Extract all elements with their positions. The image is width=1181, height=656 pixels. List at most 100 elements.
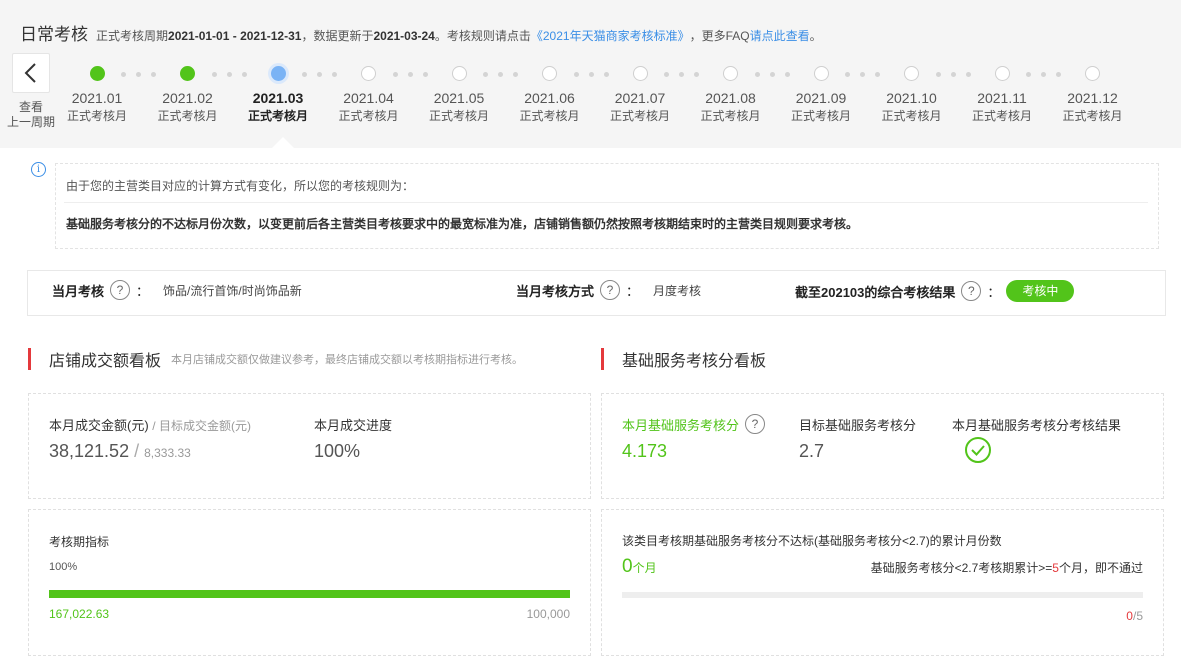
timeline-connector-dot <box>302 72 307 77</box>
service-board-header: 基础服务考核分看板 <box>601 347 766 371</box>
timeline-connector-dot <box>935 72 941 77</box>
timeline-status-dot <box>632 66 648 81</box>
fail-progress-bar <box>622 592 1143 598</box>
timeline-connector-dot <box>845 72 850 77</box>
period-current: 167,022.63 <box>49 607 110 621</box>
timeline-month[interactable]: 2021.08 正式考核月 <box>686 60 776 125</box>
faq-suffix: 。 <box>809 29 822 43</box>
previous-period-label[interactable]: 查看 上一周期 <box>4 100 58 130</box>
fail-ratio: 0/5 <box>1126 609 1143 623</box>
timeline-month[interactable]: 2021.02 正式考核月 <box>143 60 233 125</box>
timeline-date: 2021.11 <box>977 90 1027 106</box>
timeline-status-dot <box>270 66 286 81</box>
timeline-month[interactable]: 2021.09 正式考核月 <box>776 60 866 125</box>
timeline-sub: 正式考核月 <box>1062 109 1123 123</box>
timeline-status-dot <box>180 66 195 81</box>
month-assess: 当月考核 ? ： 饰品/流行首饰/时尚饰品新 <box>52 280 302 300</box>
month-assess-label: 当月考核 <box>52 283 105 299</box>
summary-bar: 当月考核 ? ： 饰品/流行首饰/时尚饰品新 当月考核方式 ? ： 月度考核 截… <box>27 270 1166 316</box>
update-prefix: ，数据更新于 <box>301 29 374 43</box>
timeline-month[interactable]: 2021.06 正式考核月 <box>505 60 595 125</box>
timeline-date: 2021.10 <box>886 90 937 106</box>
notice-divider <box>64 202 1148 203</box>
timeline-status-dot <box>723 66 738 81</box>
period-label: 考核期指标 <box>49 535 110 549</box>
timeline-connector-dot <box>136 72 141 77</box>
help-icon[interactable]: ? <box>110 280 131 300</box>
timeline-connector-dot <box>754 72 760 77</box>
previous-period-button[interactable] <box>12 53 50 93</box>
timeline-sub: 正式考核月 <box>157 109 218 123</box>
current-month-caret <box>272 137 294 148</box>
sales-board-note: 本月店铺成交额仅做建议参考，最终店铺成交额以考核期指标进行考核。 <box>171 354 524 366</box>
timeline-status-dot <box>361 66 376 81</box>
timeline-sub: 正式考核月 <box>66 109 127 123</box>
method-value: 月度考核 <box>653 283 702 298</box>
timeline-month[interactable]: 2021.10 正式考核月 <box>867 60 957 125</box>
timeline-connector-dot <box>407 72 413 77</box>
timeline-status-dot <box>904 66 919 81</box>
section-accent-bar <box>28 348 31 370</box>
result-label: 截至202103的综合考核结果 <box>795 284 956 300</box>
timeline-connector-dot <box>392 72 398 77</box>
check-circle-icon <box>965 437 991 463</box>
update-date: 2021-03-24 <box>373 29 435 43</box>
month-assess-value: 饰品/流行首饰/时尚饰品新 <box>163 283 302 298</box>
colon: ： <box>987 284 1001 300</box>
overall-result: 截至202103的综合考核结果 ? ： 考核中 <box>795 280 1075 302</box>
help-icon[interactable]: ? <box>745 414 766 434</box>
timeline-month[interactable]: 2021.03 正式考核月 <box>233 60 323 125</box>
timeline: 2021.01 正式考核月 2021.02 正式考核月 2021.03 正式考核月 2021… <box>52 60 1152 146</box>
progress-label: 本月成交进度 <box>314 418 393 433</box>
timeline-connector-dot <box>498 72 503 77</box>
timeline-connector-dot <box>121 72 126 77</box>
help-icon[interactable]: ? <box>600 280 621 300</box>
period-prefix: 正式考核周期 <box>96 29 169 43</box>
info-icon: i <box>31 162 46 177</box>
timeline-month[interactable]: 2021.12 正式考核月 <box>1048 60 1138 125</box>
timeline-sub: 正式考核月 <box>881 109 942 123</box>
timeline-month[interactable]: 2021.07 正式考核月 <box>595 60 685 125</box>
timeline-sub: 正式考核月 <box>338 109 399 123</box>
amount-value: 38,121.52 / 8,333.33 <box>49 441 191 461</box>
period-progress-bar <box>49 590 570 598</box>
service-score-card: 本月基础服务考核分 ? 4.173 目标基础服务考核分 2.7 本月基础服务考核… <box>601 393 1164 499</box>
period-value: 2021-01-01 - 2021-12-31 <box>168 29 302 43</box>
period-target-card: 考核期指标 100% 167,022.63 100,000 <box>28 509 591 656</box>
timeline-connector-dot <box>211 72 217 77</box>
score-label: 本月基础服务考核分 <box>622 417 740 433</box>
timeline-date: 2021.07 <box>614 90 666 106</box>
rule-link[interactable]: 《2021年天猫商家考核标准》 <box>531 27 690 44</box>
score-label-row: 本月基础服务考核分 ? <box>622 414 771 434</box>
timeline-date: 2021.02 <box>162 90 213 106</box>
timeline-month[interactable]: 2021.11 正式考核月 <box>957 60 1047 125</box>
fail-desc: 该类目考核期基础服务考核分不达标(基础服务考核分<2.7)的累计月份数 <box>622 534 1002 548</box>
rule-prefix: 。考核规则请点击 <box>434 29 531 43</box>
timeline-sub: 正式考核月 <box>790 109 851 123</box>
fail-count-card: 该类目考核期基础服务考核分不达标(基础服务考核分<2.7)的累计月份数 0个月 … <box>601 509 1164 656</box>
timeline-month[interactable]: 2021.01 正式考核月 <box>52 60 142 125</box>
score-value: 4.173 <box>622 441 668 461</box>
timeline-connector-dot <box>317 72 322 77</box>
help-icon[interactable]: ? <box>961 281 982 301</box>
timeline-sub: 正式考核月 <box>971 109 1032 123</box>
sales-board-header: 店铺成交额看板 本月店铺成交额仅做建议参考，最终店铺成交额以考核期指标进行考核。 <box>28 347 523 371</box>
timeline-sub: 正式考核月 <box>428 109 489 123</box>
timeline-date: 2021.09 <box>795 90 847 106</box>
timeline-month[interactable]: 2021.05 正式考核月 <box>414 60 504 125</box>
timeline-sub: 正式考核月 <box>247 109 308 123</box>
target-score-value: 2.7 <box>799 441 825 461</box>
timeline-connector-dot <box>226 72 232 77</box>
timeline-date: 2021.04 <box>343 90 394 106</box>
assess-method: 当月考核方式 ? ： 月度考核 <box>516 280 701 300</box>
timeline-date: 2021.08 <box>705 90 756 106</box>
timeline-month[interactable]: 2021.04 正式考核月 <box>324 60 414 125</box>
faq-link[interactable]: 请点此查看 <box>750 27 810 44</box>
timeline-connector-dot <box>769 72 775 77</box>
timeline-date: 2021.03 <box>252 90 304 106</box>
sales-board-title: 店铺成交额看板 <box>49 353 162 370</box>
timeline-sub: 正式考核月 <box>609 109 670 123</box>
score-result-label: 本月基础服务考核分考核结果 <box>952 418 1122 433</box>
notice-line2: 基础服务考核分的不达标月份次数，以变更前后各主营类目考核要求中的最宽标准为准，店… <box>66 217 859 231</box>
target-score-label: 目标基础服务考核分 <box>799 418 917 433</box>
